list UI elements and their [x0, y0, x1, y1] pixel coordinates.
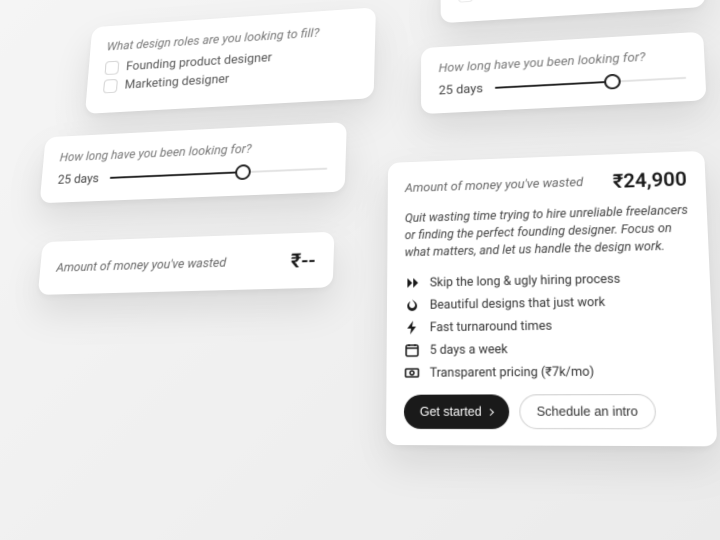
role-option-label: Marketing designer — [124, 72, 229, 92]
benefit-label: Transparent pricing (₹7k/mo) — [430, 364, 595, 380]
money-icon — [404, 365, 420, 381]
flame-icon — [404, 298, 420, 314]
slider-thumb[interactable] — [235, 164, 251, 180]
pitch-text: Quit wasting time trying to hire unrelia… — [405, 202, 690, 262]
schedule-intro-button[interactable]: Schedule an intro — [519, 394, 657, 429]
checkbox-icon[interactable] — [458, 0, 473, 3]
duration-slider[interactable] — [495, 70, 687, 95]
slider-thumb[interactable] — [604, 74, 621, 90]
role-option-label: Marketing designer — [481, 0, 593, 1]
results-card: Amount of money you've wasted ₹24,900 Qu… — [386, 151, 717, 447]
benefit-label: Beautiful designs that just work — [430, 295, 606, 313]
slider-fill — [495, 81, 612, 89]
wasted-label: Amount of money you've wasted — [405, 175, 583, 195]
benefit-row: Transparent pricing (₹7k/mo) — [404, 363, 695, 381]
benefit-row: 5 days a week — [404, 340, 694, 359]
get-started-label: Get started — [420, 405, 482, 419]
benefit-row: Skip the long & ugly hiring process — [404, 270, 691, 291]
bolt-icon — [404, 320, 420, 336]
wasted-card-left: Amount of money you've wasted ₹-- — [38, 232, 335, 295]
benefit-row: Fast turnaround times — [404, 316, 693, 336]
duration-card-left: How long have you been looking for? 25 d… — [40, 122, 347, 203]
skip-icon — [404, 275, 420, 291]
duration-value: 25 days — [57, 171, 99, 187]
roles-card-right-peek: Marketing designer — [441, 0, 706, 23]
checkbox-icon[interactable] — [103, 79, 118, 94]
duration-value: 25 days — [439, 81, 483, 97]
schedule-intro-label: Schedule an intro — [537, 405, 639, 420]
chevron-right-icon — [487, 409, 494, 416]
duration-question: How long have you been looking for? — [59, 138, 328, 165]
duration-slider[interactable] — [109, 161, 327, 186]
slider-fill — [110, 171, 243, 179]
wasted-value: ₹24,900 — [612, 167, 687, 193]
benefit-label: 5 days a week — [430, 342, 508, 358]
calendar-icon — [404, 343, 420, 359]
roles-card-left: What design roles are you looking to fil… — [85, 7, 376, 114]
benefit-label: Skip the long & ugly hiring process — [430, 272, 621, 291]
wasted-value: ₹-- — [290, 248, 316, 272]
duration-card-right: How long have you been looking for? 25 d… — [421, 32, 706, 114]
benefit-row: Beautiful designs that just work — [404, 293, 692, 314]
benefit-label: Fast turnaround times — [430, 319, 552, 335]
role-option[interactable]: Marketing designer — [458, 0, 686, 3]
checkbox-icon[interactable] — [105, 61, 120, 76]
get-started-button[interactable]: Get started — [404, 395, 509, 430]
wasted-label: Amount of money you've wasted — [56, 255, 227, 275]
